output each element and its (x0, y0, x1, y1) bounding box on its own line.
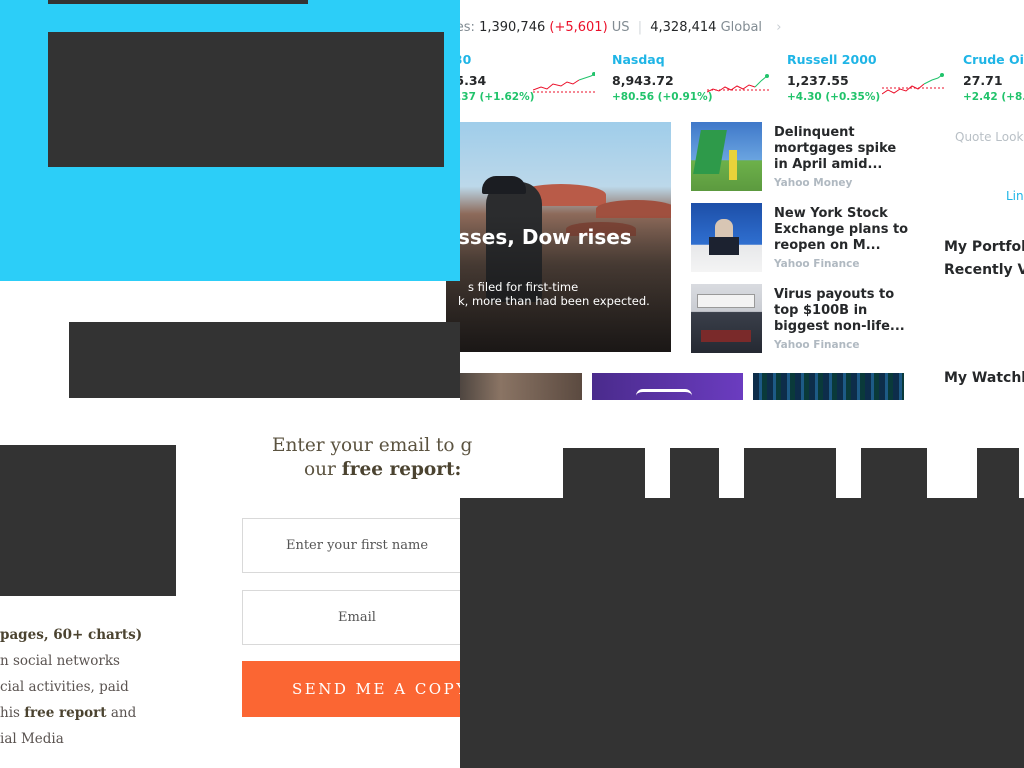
ticker-name[interactable]: Nasdaq (612, 52, 782, 67)
news-text: Virus payouts to top $100B in biggest no… (774, 287, 909, 351)
story-thumbnail[interactable] (753, 373, 904, 400)
cases-more-icon[interactable]: › (776, 20, 781, 35)
heading-bold: free report: (341, 459, 462, 480)
news-source: Yahoo Finance (774, 339, 860, 351)
signup-heading: Enter your email to g our free report: (272, 434, 472, 482)
ticker-name[interactable]: Russell 2000 (787, 52, 957, 67)
placeholder-block (48, 32, 444, 167)
news-item[interactable]: Delinquent mortgages spike in April amid… (691, 122, 906, 192)
news-text: New York Stock Exchange plans to reopen … (774, 206, 909, 270)
heading-prefix: our (304, 459, 342, 480)
report-line: ial Media (0, 731, 64, 747)
report-text: and (106, 705, 137, 721)
story-thumbnail[interactable] (446, 373, 582, 400)
email-field[interactable] (242, 590, 472, 645)
ticker-name[interactable]: w 30 (438, 52, 608, 67)
ticker-change: +2.42 (+8.7 (963, 91, 1024, 103)
hero-subtitle-line: s filed for first-time (468, 280, 579, 294)
placeholder-block (69, 322, 460, 399)
for-sale-sign (693, 130, 727, 174)
ticker-nasdaq[interactable]: Nasdaq 8,943.72 +80.56 (+0.91%) (612, 52, 782, 103)
signpost (729, 150, 737, 180)
ticker-name[interactable]: Crude Oil (963, 52, 1024, 67)
placeholder-tab (861, 448, 927, 498)
news-item[interactable]: New York Stock Exchange plans to reopen … (691, 203, 909, 273)
news-item[interactable]: Virus payouts to top $100B in biggest no… (691, 284, 906, 354)
sparkline-chart (707, 74, 769, 93)
news-source: Yahoo Finance (774, 258, 860, 270)
first-name-field[interactable] (242, 518, 472, 573)
us-cases-label: US (611, 20, 630, 35)
placeholder-block (460, 498, 1024, 768)
covid-cases-bar: ses: 1,390,746 (+5,601) US | 4,328,414 G… (449, 20, 781, 35)
report-description: pages, 60+ charts) n social networks cia… (0, 622, 142, 752)
send-copy-button[interactable]: SEND ME A COPY (242, 661, 472, 717)
placeholder-tab (670, 448, 719, 498)
us-cases-count: 1,390,746 (479, 20, 546, 35)
report-bold: free report (24, 705, 107, 721)
news-thumbnail[interactable] (691, 122, 762, 191)
global-cases-count: 4,328,414 (650, 20, 717, 35)
story-thumbnail[interactable] (592, 373, 743, 400)
report-line: pages, 60+ charts) (0, 622, 142, 648)
placeholder-tab (563, 448, 645, 498)
speaker-suit (709, 237, 739, 255)
news-thumbnail[interactable] (691, 284, 762, 353)
us-cases-change: (+5,601) (549, 20, 608, 35)
ticker-dow[interactable]: w 30 625.34 7.37 (+1.62%) (438, 52, 608, 103)
ticker-russell[interactable]: Russell 2000 1,237.55 +4.30 (+0.35%) (787, 52, 957, 103)
placeholder-tab (744, 448, 836, 498)
report-line: his free report and (0, 700, 142, 726)
quote-lookup-input[interactable]: Quote Look (955, 130, 1023, 144)
storefront (701, 330, 751, 342)
cases-divider: | (637, 20, 643, 35)
placeholder-block (0, 445, 176, 596)
signup-heading-line: our free report: (272, 458, 472, 482)
recently-viewed-heading: Recently V (944, 262, 1024, 278)
yahoo-logo-fragment (636, 389, 692, 400)
signup-heading-line: Enter your email to g (272, 435, 473, 456)
report-bold: pages, 60+ charts) (0, 627, 143, 643)
hero-subtitle: s filed for first-time k, more than had … (458, 280, 668, 308)
report-line: n social networks (0, 653, 120, 669)
report-line: cial activities, paid (0, 679, 129, 695)
my-portfolio-heading[interactable]: My Portfoli (944, 239, 1024, 255)
ticker-price: 27.71 (963, 73, 1003, 88)
hero-story[interactable]: sses, Dow rises s filed for first-time k… (446, 122, 671, 352)
closed-sign (697, 294, 755, 308)
news-source: Yahoo Money (774, 177, 853, 189)
news-text: Delinquent mortgages spike in April amid… (774, 125, 909, 189)
hero-subtitle-line: k, more than had been expected. (458, 294, 650, 308)
ticker-crude-oil[interactable]: Crude Oil 27.71 +2.42 (+8.7 (963, 52, 1024, 103)
placeholder-tab (977, 448, 1019, 498)
global-cases-label: Global (720, 20, 763, 35)
sparkline-chart (882, 73, 944, 95)
sparkline-chart (533, 72, 595, 93)
news-headline[interactable]: Virus payouts to top $100B in biggest no… (774, 287, 909, 335)
placeholder-block (48, 0, 308, 4)
hero-title[interactable]: sses, Dow rises (458, 225, 632, 249)
news-thumbnail[interactable] (691, 203, 762, 272)
report-text: his (0, 705, 25, 721)
news-headline[interactable]: New York Stock Exchange plans to reopen … (774, 206, 909, 254)
news-headline[interactable]: Delinquent mortgages spike in April amid… (774, 125, 909, 173)
my-watchlist-heading[interactable]: My Watchli (944, 370, 1024, 386)
sidebar-link[interactable]: Lin (1006, 189, 1024, 203)
